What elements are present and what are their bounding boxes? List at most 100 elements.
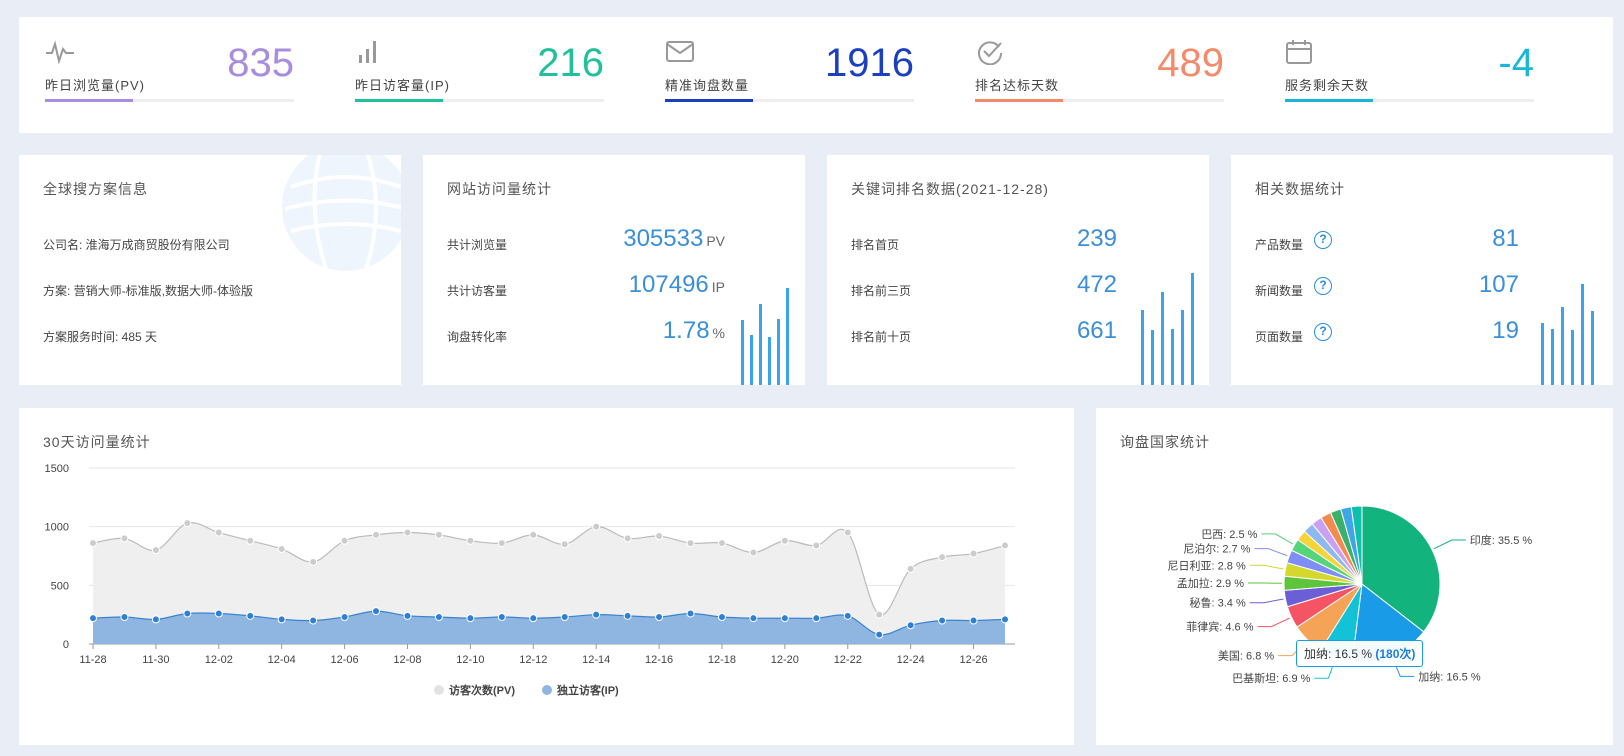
stat-value: -4 [1498,41,1534,85]
x-tick-label: 12-02 [205,654,233,666]
data-point [812,541,821,550]
plan-info-card: 全球搜方案信息 公司名: 淮海万成商贸股份有限公司 方案: 营销大师-标准版,数… [19,155,401,385]
help-icon[interactable]: ? [1314,231,1332,249]
legend-marker [542,685,552,695]
data-point [246,536,255,545]
data-point [497,613,506,622]
x-tick-label: 11-30 [142,654,169,666]
data-point [372,607,381,616]
sparkline [1541,283,1597,385]
y-tick-label: 1500 [45,463,69,475]
x-tick-label: 12-12 [519,654,547,666]
x-tick-label: 11-28 [79,654,106,666]
plan-duration: 方案服务时间: 485 天 [43,330,158,344]
data-point [749,614,758,623]
stat-progress [355,99,604,102]
data-point [403,528,412,537]
spark-bar [768,337,771,385]
pie-leader-line [1261,533,1294,545]
x-tick-label: 12-20 [771,654,799,666]
stat-label: 精准询盘数量 [665,78,750,93]
data-point [906,564,915,573]
data-point [403,611,412,620]
data-point [592,610,601,619]
legend-marker [434,685,444,695]
x-tick-label: 12-06 [331,654,359,666]
spark-bar [741,320,744,385]
data-point [340,613,349,622]
x-tick-label: 12-10 [456,654,484,666]
pie-leader-line [1249,598,1284,604]
stat-yesterday-pv: 昨日浏览量(PV) 835 [39,17,294,133]
sparkline [741,285,791,385]
x-tick-label: 12-04 [268,654,296,666]
data-point [120,534,129,543]
data-point [623,611,632,620]
activity-icon [46,40,74,65]
x-tick-label: 12-08 [393,654,421,666]
rank-top3-value: 472 [1076,271,1117,298]
spark-bar [1191,273,1194,385]
data-point [372,530,381,539]
stat-progress [1285,99,1534,102]
rank-top10-label: 排名前十页 [851,330,912,344]
data-point [780,614,789,623]
data-point [497,539,506,548]
card-title: 网站访问量统计 [447,181,552,197]
pie-label: 印度: 35.5 % [1470,533,1533,547]
pie-leader-line [1254,548,1288,557]
stat-label: 昨日访客量(IP) [355,78,450,93]
data-point [780,536,789,545]
stat-inquiries: 精准询盘数量 1916 [659,17,914,133]
plan-company: 公司名: 淮海万成商贸股份有限公司 [43,238,230,252]
stat-progress-fill [45,99,133,102]
data-point [969,549,978,558]
spark-bar [777,319,780,385]
data-point [183,519,192,528]
data-point [246,611,255,620]
y-tick-label: 1000 [45,522,69,534]
conversion-label: 询盘转化率 [447,330,508,344]
stat-progress-fill [355,99,443,102]
data-point [1001,615,1009,624]
news-count-value: 107 [1478,271,1519,298]
data-point [843,528,852,537]
page-count-label: 页面数量 [1255,330,1304,344]
card-title: 关键词排名数据(2021-12-28) [851,181,1049,197]
data-point [309,557,318,566]
check-circle-icon [978,41,1003,65]
data-point [875,630,884,639]
stat-progress-fill [975,99,1063,102]
help-icon[interactable]: ? [1314,277,1332,295]
data-point [1001,541,1009,550]
x-tick-label: 12-14 [582,654,610,666]
data-point [466,614,475,623]
spark-bar [1581,284,1584,385]
data-point [812,614,821,623]
spark-bar [1571,330,1574,385]
spark-bar [1561,307,1564,385]
data-point [340,536,349,545]
pie-label: 巴基斯坦: 6.9 % [1232,671,1310,685]
country-pie-chart[interactable]: 印度: 35.5 % 加纳: 16.5 % 巴基斯坦: 6.9 % 美国: 6.8 %… [1096,408,1613,745]
related-card: 相关数据统计 产品数量 ? 81 新闻数量 ? 107 页面数量 ? 19 [1231,155,1613,385]
spark-bar [1591,311,1594,385]
data-point [214,528,223,537]
spark-bar [1181,310,1184,385]
data-point [151,546,160,555]
data-point [938,616,947,625]
data-point [875,610,884,619]
x-tick-label: 12-22 [834,654,862,666]
trend-chart[interactable]: 0 500 1000 1500 11-28 11-30 12-02 12-04 12-06 12-… [19,408,1074,745]
sparkline [1141,273,1197,385]
data-point [434,613,443,622]
data-point [309,616,318,625]
spark-bar [786,288,789,385]
spark-bar [1541,323,1544,385]
help-icon[interactable]: ? [1314,323,1332,341]
pie-tooltip: 加纳: 16.5 % (180次) [1296,640,1424,667]
data-point [717,539,726,548]
pie-label: 尼泊尔: 2.7 % [1183,543,1250,556]
data-point [655,532,664,541]
country-card: 询盘国家统计 印度: 35.5 % 加纳: 16.5 % 巴基斯坦: 6.9 % 美国… [1096,408,1613,745]
